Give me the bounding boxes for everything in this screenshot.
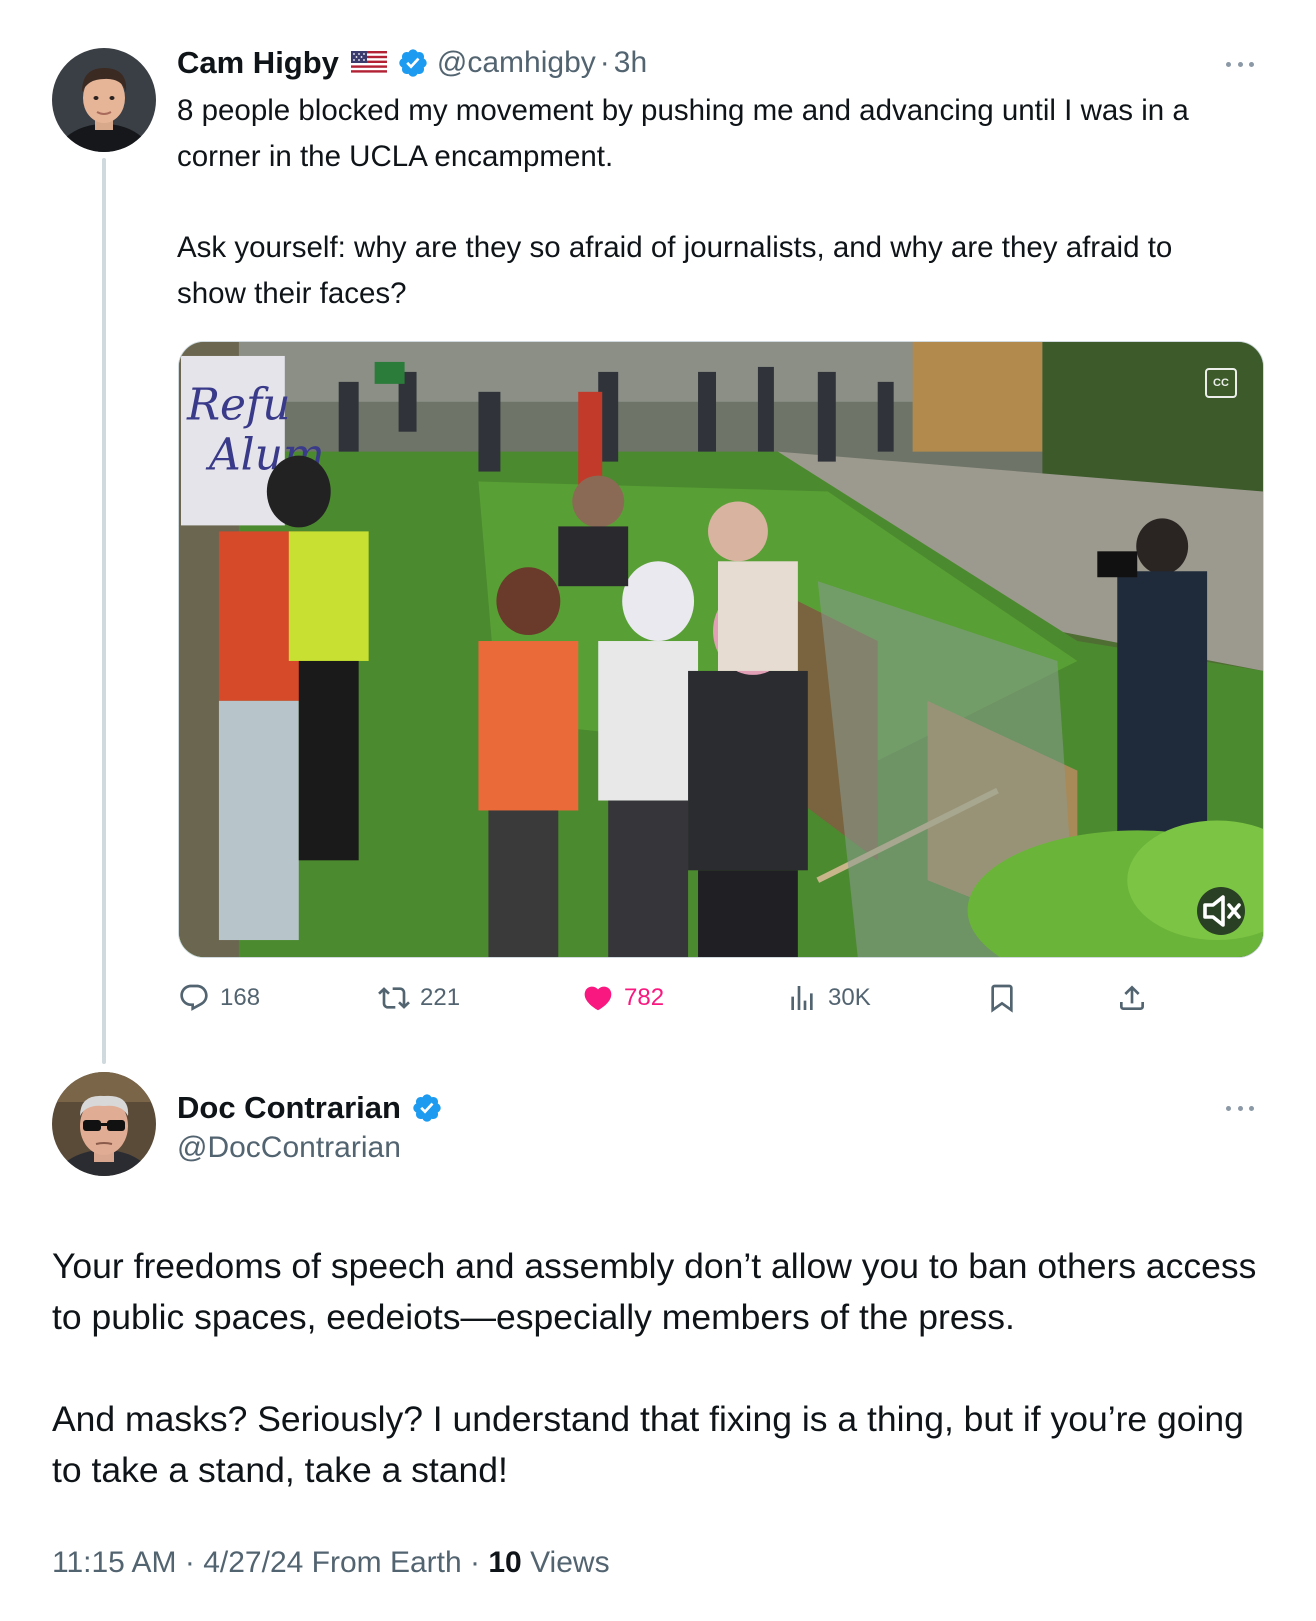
user-handle[interactable]: @DocContrarian	[177, 1131, 401, 1165]
doc-contrarian-avatar[interactable]	[52, 1072, 156, 1176]
repost-icon	[378, 987, 410, 1009]
reply-count: 168	[220, 984, 261, 1011]
thread-connector-line	[102, 158, 106, 1064]
reply-icon	[180, 984, 208, 1011]
heart-filled-icon	[584, 986, 612, 1011]
more-dot-icon	[1226, 1105, 1231, 1111]
views-count: 30K	[828, 984, 871, 1011]
mute-toggle-button[interactable]	[1197, 887, 1245, 935]
repost-button[interactable]: 221	[378, 978, 460, 1018]
views-button[interactable]: 30K	[786, 978, 871, 1018]
meta-time[interactable]: 11:15 AM	[52, 1546, 177, 1579]
meta-separator: ·	[184, 1546, 195, 1579]
more-dot-icon	[1249, 1105, 1254, 1111]
tweet-more-options-button[interactable]	[1222, 54, 1258, 74]
display-name[interactable]: Doc Contrarian	[177, 1090, 401, 1126]
like-count: 782	[624, 984, 665, 1011]
captions-button[interactable]: CC	[1205, 368, 1237, 398]
analytics-icon	[791, 986, 813, 1010]
video-frame: Refu Alum	[179, 342, 1263, 957]
verified-badge-icon	[399, 49, 427, 77]
tweet-text: 8 people blocked my movement by pushing …	[177, 88, 1237, 317]
tweet-timestamp[interactable]: 3h	[614, 46, 647, 80]
more-dot-icon	[1226, 61, 1231, 67]
meta-separator: ·	[470, 1546, 481, 1579]
header-separator: ·	[599, 46, 610, 79]
meta-views-count: 10	[488, 1546, 522, 1579]
tweet-meta: 11:15 AM · 4/27/24 From Earth · 10 Views	[52, 1546, 610, 1580]
bookmark-icon	[991, 984, 1013, 1013]
more-dot-icon	[1237, 61, 1243, 67]
share-button[interactable]	[1116, 978, 1148, 1018]
sign-text-line-1: Refu	[186, 380, 291, 431]
more-dot-icon	[1237, 1105, 1243, 1111]
tweet-more-options-button[interactable]	[1222, 1098, 1258, 1118]
bookmark-button[interactable]	[986, 978, 1018, 1018]
meta-date[interactable]: 4/27/24	[203, 1546, 303, 1579]
user-handle[interactable]: @camhigby	[437, 46, 596, 80]
reply-paragraph: Your freedoms of speech and assembly don…	[52, 1246, 1257, 1337]
reply-author-header: Doc Contrarian	[177, 1087, 443, 1129]
tweet-paragraph: Ask yourself: why are they so afraid of …	[177, 231, 1173, 310]
tweet-header: Cam Higby @camhigby · 3h	[177, 42, 647, 84]
reply-button[interactable]: 168	[178, 978, 260, 1018]
reply-text: Your freedoms of speech and assembly don…	[52, 1241, 1282, 1496]
avatar-image	[52, 48, 156, 152]
tweet-video[interactable]: Refu Alum CC	[178, 341, 1264, 958]
tweet-paragraph: 8 people blocked my movement by pushing …	[177, 94, 1189, 173]
meta-source: From Earth	[311, 1546, 462, 1579]
repost-count: 221	[420, 984, 461, 1011]
like-button[interactable]: 782	[582, 978, 664, 1018]
muted-speaker-icon	[1203, 895, 1241, 927]
share-icon	[1120, 985, 1144, 1010]
meta-views-label: Views	[530, 1546, 610, 1579]
more-dot-icon	[1249, 61, 1254, 67]
tweet-action-bar: 168 221 782 30K	[178, 978, 1168, 1018]
verified-badge-icon	[413, 1094, 441, 1122]
cam-higby-avatar[interactable]	[52, 48, 156, 152]
reply-paragraph: And masks? Seriously? I understand that …	[52, 1399, 1244, 1490]
display-name[interactable]: Cam Higby	[177, 45, 339, 81]
avatar-image	[52, 1072, 156, 1176]
us-flag-icon	[350, 51, 387, 75]
